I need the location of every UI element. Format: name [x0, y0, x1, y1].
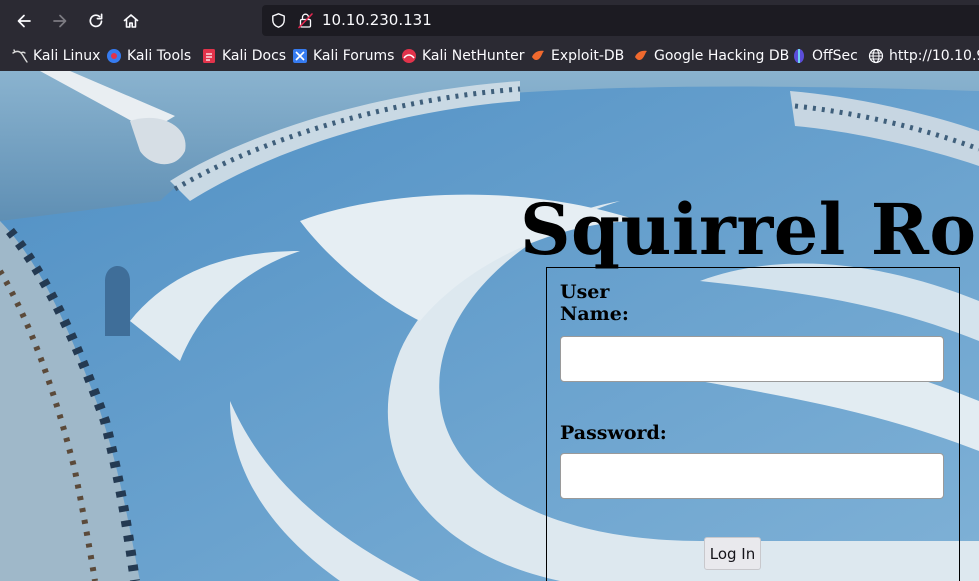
bookmark-label: http://10.10.99: [889, 48, 979, 64]
bookmark-label: Kali NetHunter: [422, 48, 525, 64]
page-title: Squirrel Ro: [520, 188, 977, 271]
offsec-icon: [794, 49, 804, 63]
username-input[interactable]: [560, 336, 944, 382]
browser-toolbar: 10.10.230.131: [0, 0, 979, 41]
bookmark-label: Kali Tools: [127, 48, 192, 64]
username-label: User Name:: [560, 281, 629, 325]
url-text[interactable]: 10.10.230.131: [322, 11, 432, 29]
bookmark-kali-forums[interactable]: Kali Forums: [292, 47, 394, 65]
reload-icon: [89, 13, 103, 28]
bookmark-label: OffSec: [812, 48, 858, 64]
insecure-lock-icon[interactable]: [297, 12, 314, 29]
web-page: Squirrel Ro User Name: Password: Log In: [0, 71, 979, 581]
bookmark-kali-tools[interactable]: Kali Tools: [106, 47, 191, 65]
bookmark-label: Kali Docs: [222, 48, 287, 64]
back-button[interactable]: [11, 8, 37, 34]
bookmark-label: Google Hacking DB: [654, 48, 790, 64]
login-form: User Name: Password: Log In: [546, 267, 960, 581]
bookmark-label: Kali Linux: [33, 48, 101, 64]
bookmark-label: Exploit-DB: [551, 48, 625, 64]
bookmark-kali-linux[interactable]: Kali Linux: [12, 47, 100, 65]
bookmark-kali-nethunter[interactable]: Kali NetHunter: [401, 47, 524, 65]
bookmark-exploit-db[interactable]: Exploit-DB: [530, 47, 624, 65]
home-icon: [123, 14, 139, 28]
address-bar[interactable]: 10.10.230.131: [262, 5, 979, 36]
bookmark-google-hacking-db[interactable]: Google Hacking DB: [633, 47, 789, 65]
exploit-db-icon: [532, 50, 544, 61]
shield-icon[interactable]: [270, 12, 287, 29]
globe-icon: [868, 48, 884, 64]
forward-button[interactable]: [47, 8, 73, 34]
kali-docs-icon: [203, 49, 215, 63]
reload-button[interactable]: [83, 8, 109, 34]
nethunter-icon: [402, 49, 416, 63]
ghdb-icon: [635, 50, 647, 61]
password-input[interactable]: [560, 453, 944, 499]
kali-forums-icon: [293, 49, 307, 63]
kali-dragon-icon: [12, 49, 28, 63]
bookmark-label: Kali Forums: [313, 48, 395, 64]
bookmark-http-link[interactable]: http://10.10.99: [868, 47, 979, 65]
bookmark-offsec[interactable]: OffSec: [791, 47, 858, 65]
bookmarks-toolbar: Kali Linux Kali Tools Kali Docs Kali For…: [0, 41, 979, 71]
log-in-button[interactable]: Log In: [704, 537, 761, 570]
home-button[interactable]: [118, 8, 144, 34]
arrow-left-icon: [17, 14, 31, 28]
bookmark-kali-docs[interactable]: Kali Docs: [201, 47, 286, 65]
kali-tools-icon: [107, 49, 121, 63]
arrow-right-icon: [53, 14, 67, 28]
password-label: Password:: [560, 422, 667, 444]
